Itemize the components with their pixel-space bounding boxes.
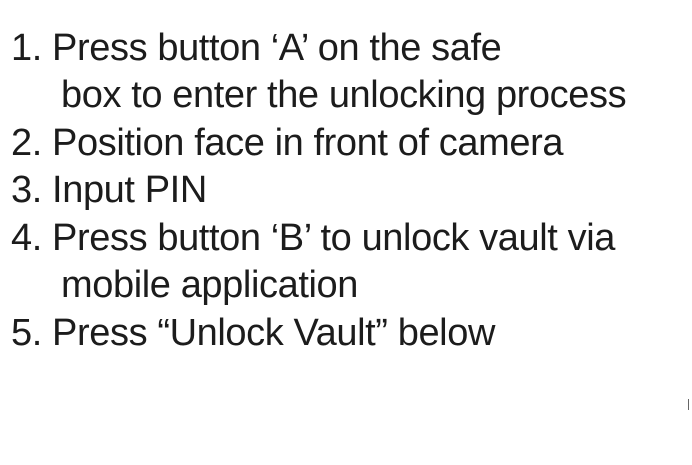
step-4-line-1: 4. Press button ‘B’ to unlock vault via [11,217,615,259]
step-4-line-2: mobile application [61,264,358,306]
step-3: 3. Input PIN [11,169,207,211]
step-1-line-1: 1. Press button ‘A’ on the safe [11,27,502,69]
step-1-line-2: box to enter the unlocking process [61,74,627,116]
step-5: 5. Press “Unlock Vault” below [11,312,495,354]
instruction-list: 1. Press button ‘A’ on the safe box to e… [0,0,692,465]
edge-tick-mark [688,399,689,410]
step-2: 2. Position face in front of camera [11,122,564,164]
